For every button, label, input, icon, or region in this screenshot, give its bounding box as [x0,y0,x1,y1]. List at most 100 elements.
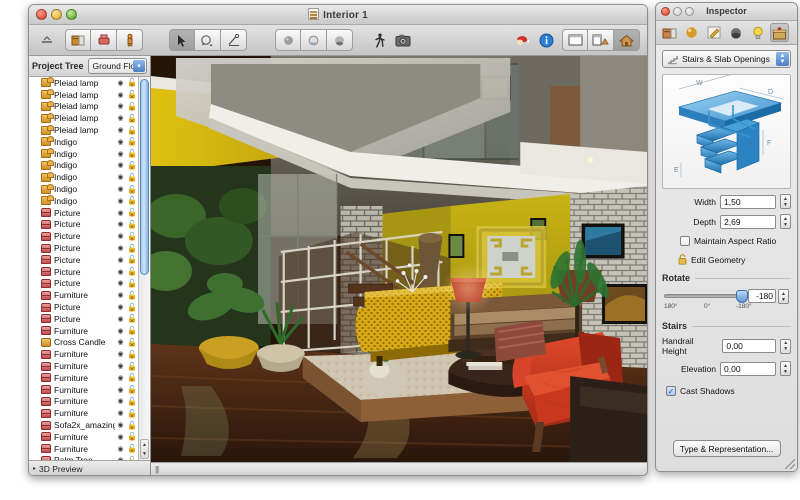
tree-item[interactable]: Furniture ◉ 🔓 [29,396,138,408]
lock-icon[interactable]: 🔓 [126,373,138,382]
lock-icon[interactable]: 🔓 [126,244,138,253]
visibility-eye-icon[interactable]: ◉ [115,220,126,228]
visibility-eye-icon[interactable]: ◉ [115,209,126,217]
tab-light[interactable] [748,23,767,42]
lock-icon[interactable]: 🔓 [126,137,138,146]
tree-item[interactable]: Pleiad lamp ◉ 🔓 [29,124,138,136]
lock-icon[interactable]: 🔓 [126,90,138,99]
visibility-eye-icon[interactable]: ◉ [115,338,126,346]
scroll-up-icon[interactable]: ▲ [142,442,147,448]
visibility-eye-icon[interactable]: ◉ [115,126,126,134]
tree-item[interactable]: Furniture ◉ 🔓 [29,431,138,443]
single-view-layout[interactable] [562,29,588,51]
width-stepper[interactable]: ▲ ▼ [780,194,791,209]
edit-geometry-row[interactable]: Edit Geometry [662,254,791,265]
tab-material[interactable] [682,23,701,42]
visibility-eye-icon[interactable]: ◉ [115,386,126,394]
lock-icon[interactable]: 🔓 [126,291,138,300]
lock-icon[interactable]: 🔓 [126,232,138,241]
lock-icon[interactable]: 🔓 [126,161,138,170]
tree-item[interactable]: Indigo ◉ 🔓 [29,148,138,160]
cabinet-tool[interactable] [65,29,91,51]
tree-item[interactable]: Indigo ◉ 🔓 [29,171,138,183]
lock-icon[interactable]: 🔓 [126,267,138,276]
tab-camera[interactable] [726,23,745,42]
tab-edit[interactable] [704,23,723,42]
lock-icon[interactable]: 🔓 [126,350,138,359]
elevation-field[interactable]: 0,00 [720,361,776,376]
tree-item[interactable]: Picture ◉ 🔓 [29,313,138,325]
lock-icon[interactable]: 🔓 [126,314,138,323]
depth-field[interactable]: 2,69 [720,214,776,229]
tab-object[interactable] [660,23,679,42]
visibility-eye-icon[interactable]: ◉ [115,362,126,370]
tree-item[interactable]: Picture ◉ 🔓 [29,219,138,231]
visibility-eye-icon[interactable]: ◉ [115,79,126,87]
visibility-eye-icon[interactable]: ◉ [115,114,126,122]
lock-icon[interactable]: 🔓 [126,196,138,205]
maintain-aspect-checkbox[interactable] [680,236,690,246]
lock-icon[interactable]: 🔓 [126,409,138,418]
tree-item[interactable]: Pleiad lamp ◉ 🔓 [29,112,138,124]
lock-icon[interactable]: 🔓 [126,421,138,430]
tree-item[interactable]: Picture ◉ 🔓 [29,254,138,266]
lock-icon[interactable]: 🔓 [126,385,138,394]
lock-icon[interactable]: 🔓 [126,338,138,347]
santa-tool[interactable] [510,29,534,51]
scroll-down-icon[interactable]: ▼ [142,451,147,457]
visibility-eye-icon[interactable]: ◉ [115,327,126,335]
tree-item[interactable]: Indigo ◉ 🔓 [29,136,138,148]
visibility-eye-icon[interactable]: ◉ [115,433,126,441]
tree-item[interactable]: Picture ◉ 🔓 [29,266,138,278]
visibility-eye-icon[interactable]: ◉ [115,409,126,417]
tree-item[interactable]: Indigo ◉ 🔓 [29,183,138,195]
lock-icon[interactable]: 🔓 [126,102,138,111]
cast-shadows-checkbox[interactable]: ✓ [666,386,676,396]
visibility-eye-icon[interactable]: ◉ [115,268,126,276]
lock-icon[interactable]: 🔓 [126,208,138,217]
arrow-select-tool[interactable] [169,29,195,51]
tree-item[interactable]: Indigo ◉ 🔓 [29,159,138,172]
rotate-stepper[interactable]: ▲ ▼ [778,289,789,304]
scrollbar-arrows[interactable]: ▲ ▼ [140,439,149,459]
visibility-eye-icon[interactable]: ◉ [115,185,126,193]
disclosure-triangle-icon[interactable]: ▸ [33,465,36,472]
window-titlebar[interactable]: Interior 1 [29,5,647,25]
tree-item[interactable]: Pleiad lamp ◉ 🔓 [29,89,138,101]
preview-toggle-bar[interactable]: ▸ 3D Preview [29,460,150,475]
stepper-down-icon[interactable]: ▼ [780,59,786,65]
maintain-aspect-row[interactable]: Maintain Aspect Ratio [662,236,791,246]
tree-item[interactable]: Picture ◉ 🔓 [29,242,138,254]
visibility-eye-icon[interactable]: ◉ [115,456,126,460]
visibility-eye-icon[interactable]: ◉ [115,91,126,99]
inspector-titlebar[interactable]: Inspector [656,3,797,21]
floor-selector[interactable]: Ground Floor ▾ [87,58,147,74]
tree-item[interactable]: Cross Candle ◉ 🔓 [29,337,138,349]
lock-icon[interactable]: 🔓 [126,456,138,460]
visibility-eye-icon[interactable]: ◉ [115,197,126,205]
tree-item[interactable]: Furniture ◉ 🔓 [29,443,138,455]
sidebar-toggle[interactable] [35,29,59,51]
tab-scene[interactable] [770,23,789,42]
tree-item[interactable]: Picture ◉ 🔓 [29,278,138,290]
lock-icon[interactable]: 🔓 [126,114,138,123]
rotate-value-field[interactable]: -180 [748,289,776,303]
tree-item[interactable]: Furniture ◉ 🔓 [29,372,138,384]
scrollbar-thumb[interactable] [140,79,149,275]
tree-item[interactable]: Furniture ◉ 🔓 [29,325,138,337]
tree-item[interactable]: Furniture ◉ 🔓 [29,289,138,301]
depth-stepper[interactable]: ▲ ▼ [780,214,791,229]
visibility-eye-icon[interactable]: ◉ [115,244,126,252]
tree-item[interactable]: Picture ◉ 🔓 [29,301,138,313]
rotate-slider-knob[interactable] [736,290,748,303]
visibility-eye-icon[interactable]: ◉ [115,102,126,110]
split-view-layout[interactable] [588,29,614,51]
printer-tool[interactable] [91,29,117,51]
visibility-eye-icon[interactable]: ◉ [115,421,126,429]
tree-item[interactable]: Picture ◉ 🔓 [29,230,138,242]
measure-tool[interactable] [221,29,247,51]
visibility-eye-icon[interactable]: ◉ [115,397,126,405]
visibility-eye-icon[interactable]: ◉ [115,232,126,240]
tree-item[interactable]: Furniture ◉ 🔓 [29,384,138,396]
visibility-eye-icon[interactable]: ◉ [115,138,126,146]
